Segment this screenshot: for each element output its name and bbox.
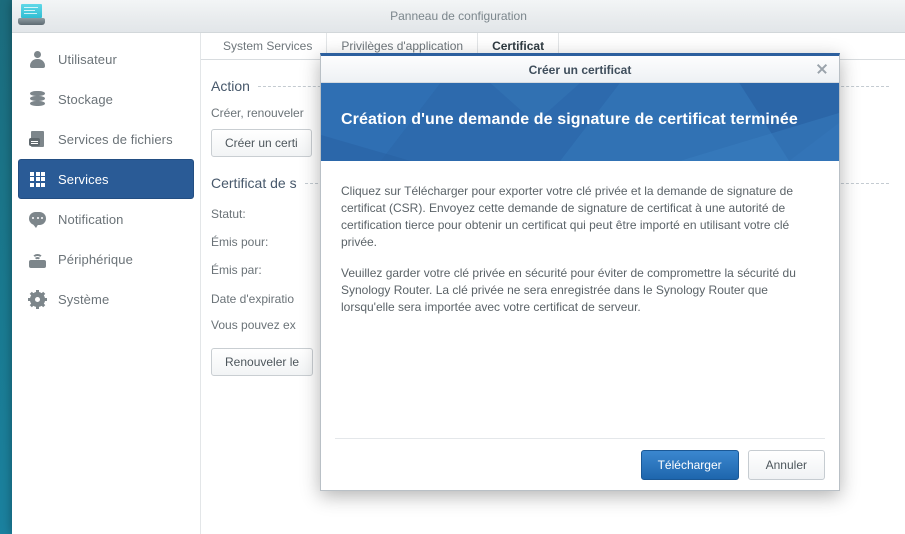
dialog-footer: Télécharger Annuler (335, 438, 825, 490)
sidebar-item-label: Services de fichiers (58, 131, 173, 147)
control-panel-window: Panneau de configuration Utilisateur Sto… (12, 0, 905, 534)
sidebar-item-label: Utilisateur (58, 51, 117, 67)
sidebar-item-utilisateur[interactable]: Utilisateur (18, 39, 194, 79)
create-certificate-dialog: Créer un certificat Création d'une deman… (320, 53, 840, 491)
dialog-paragraph-2: Veuillez garder votre clé privée en sécu… (341, 266, 796, 314)
sidebar-item-label: Services (58, 171, 109, 187)
sidebar-item-notification[interactable]: Notification (18, 199, 194, 239)
sidebar-item-label: Notification (58, 211, 124, 227)
services-grid-icon (28, 170, 47, 189)
section-title: Action (211, 78, 250, 94)
dialog-paragraph-1: Cliquez sur Télécharger pour exporter vo… (341, 184, 794, 249)
file-services-icon (28, 130, 47, 149)
user-icon (28, 50, 47, 69)
sidebar-item-services-de-fichiers[interactable]: Services de fichiers (18, 119, 194, 159)
sidebar-item-label: Périphérique (58, 251, 133, 267)
sidebar-item-peripherique[interactable]: Périphérique (18, 239, 194, 279)
close-icon[interactable] (813, 60, 831, 78)
download-button[interactable]: Télécharger (640, 449, 739, 480)
sidebar-item-services[interactable]: Services (18, 159, 194, 199)
sidebar-item-label: Système (58, 291, 110, 307)
banner-heading: Création d'une demande de signature de c… (341, 111, 798, 128)
sidebar: Utilisateur Stockage Services de fichier… (12, 33, 201, 534)
storage-disk-icon (28, 90, 47, 109)
renew-certificate-button[interactable]: Renouveler le (211, 348, 314, 376)
sidebar-item-stockage[interactable]: Stockage (18, 79, 194, 119)
cancel-button[interactable]: Annuler (747, 449, 825, 480)
device-router-icon (28, 250, 47, 269)
window-titlebar: Panneau de configuration (12, 0, 905, 33)
create-certificate-button[interactable]: Créer un certi (211, 129, 312, 157)
tab-system-services[interactable]: System Services (209, 33, 328, 59)
window-title: Panneau de configuration (390, 9, 527, 23)
dialog-banner: Création d'une demande de signature de c… (321, 83, 839, 161)
dialog-title: Créer un certificat (528, 63, 632, 77)
notification-bubble-icon (28, 210, 47, 229)
system-gear-icon (28, 289, 47, 309)
sidebar-item-systeme[interactable]: Système (18, 279, 194, 319)
dialog-body: Cliquez sur Télécharger pour exporter vo… (321, 161, 839, 438)
dialog-titlebar: Créer un certificat (321, 56, 839, 83)
section-title: Certificat de s (211, 175, 297, 191)
sidebar-item-label: Stockage (58, 91, 114, 107)
